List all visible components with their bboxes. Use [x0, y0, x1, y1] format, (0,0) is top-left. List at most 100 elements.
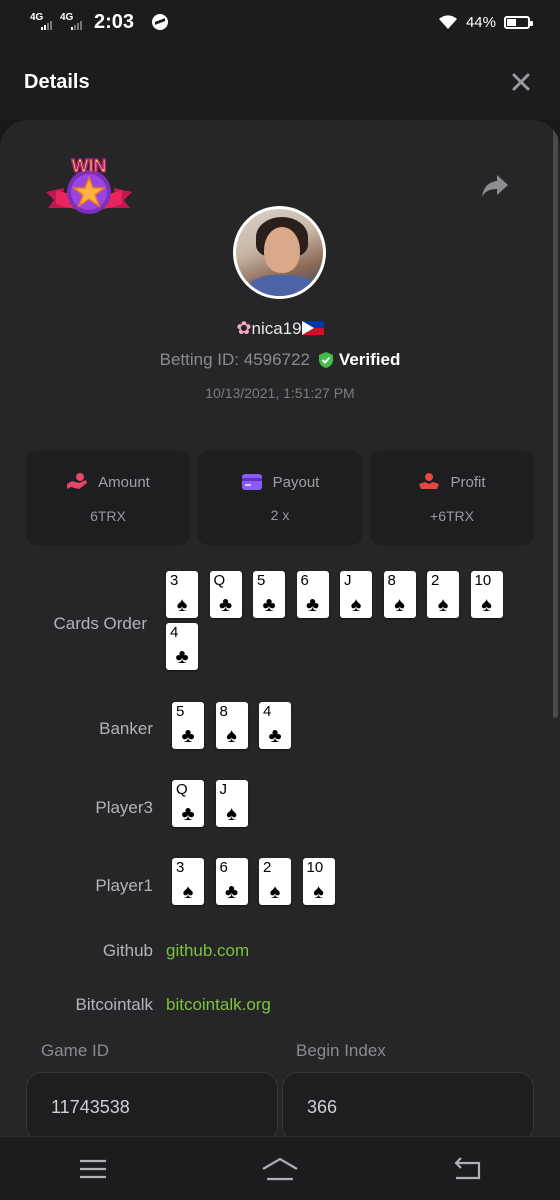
win-badge: WIN	[42, 152, 136, 222]
game-id-value: 11743538	[51, 1097, 130, 1117]
philippines-flag-icon	[301, 321, 324, 335]
card-suit-icon: ♠	[176, 594, 188, 616]
betting-id-row: Betting ID: 4596722 Verified	[0, 350, 560, 370]
playing-card: 6 ♣	[215, 858, 248, 905]
card-suit-icon: ♣	[262, 594, 276, 616]
card-rank: Q	[176, 781, 188, 798]
playing-card: 2 ♠	[427, 571, 459, 618]
player3-label: Player3	[95, 798, 153, 817]
username: nica19	[251, 319, 302, 338]
bitcointalk-link[interactable]: bitcointalk.org	[166, 995, 271, 1014]
home-icon	[262, 1157, 298, 1180]
github-link[interactable]: github.com	[166, 941, 249, 960]
verified-badge: Verified	[318, 350, 400, 370]
card-suit-icon: ♠	[394, 594, 405, 616]
card-rank: J	[344, 572, 352, 589]
card-suit-icon: ♠	[226, 803, 237, 825]
card-rank: 2	[263, 859, 272, 876]
messenger-icon	[152, 14, 169, 30]
card-suit-icon: ♠	[269, 881, 281, 903]
begin-index-label: Begin Index	[296, 1041, 386, 1060]
clock: 2:03	[94, 10, 135, 33]
player1-cards: 3 ♠ 6 ♣ 2 ♠ 10 ♠	[172, 858, 335, 905]
scrollbar[interactable]	[553, 128, 558, 718]
card-suit-icon: ♠	[313, 881, 324, 903]
bitcointalk-label: Bitcointalk	[75, 995, 153, 1014]
username-row: ✿nica19	[0, 318, 560, 339]
card-rank: 5	[176, 703, 185, 720]
playing-card: 8 ♠	[215, 702, 248, 749]
card-suit-icon: ♣	[224, 881, 239, 903]
share-button[interactable]	[480, 172, 510, 200]
playing-card: 3 ♠	[172, 858, 204, 905]
card-suit-icon: ♣	[305, 594, 320, 616]
bet-datetime: 10/13/2021, 1:51:27 PM	[205, 385, 355, 401]
wifi-icon	[438, 14, 458, 30]
card-payment-icon	[241, 474, 262, 490]
card-suit-icon: ♠	[226, 725, 237, 747]
playing-card: 6 ♣	[296, 571, 329, 618]
stat-value: +6TRX	[430, 508, 474, 524]
menu-icon	[80, 1159, 107, 1178]
player1-label: Player1	[95, 876, 153, 895]
stat-value: 2 x	[270, 507, 290, 523]
card-suit-icon: ♣	[181, 725, 195, 747]
playing-card: 4 ♣	[259, 702, 291, 749]
stat-amount: Amount 6TRX	[26, 451, 190, 545]
stats-row: Amount 6TRX Payout 2 x Profit +6TRX	[26, 451, 534, 545]
playing-card: 4 ♣	[166, 623, 198, 670]
close-icon	[512, 73, 530, 91]
card-rank: 10	[474, 572, 492, 589]
menu-button[interactable]	[63, 1149, 123, 1189]
close-button[interactable]	[506, 67, 536, 97]
signal-icon: 4G	[60, 12, 82, 32]
card-suit-icon: ♠	[182, 881, 194, 903]
card-rank: 8	[387, 572, 396, 589]
game-id-field[interactable]: 11743538	[26, 1072, 278, 1136]
card-rank: 6	[300, 572, 309, 589]
playing-card: 8 ♠	[383, 571, 416, 618]
card-suit-icon: ♣	[218, 594, 233, 616]
card-rank: 10	[306, 859, 324, 876]
back-icon	[454, 1156, 480, 1179]
banker-cards: 5 ♣ 8 ♠ 4 ♣	[172, 702, 291, 749]
status-left: 4G 4G 2:03	[30, 10, 169, 34]
stat-label: Amount	[98, 473, 150, 491]
stat-profit: Profit +6TRX	[370, 451, 534, 545]
hand-profit-icon	[419, 473, 440, 489]
begin-index-field[interactable]: 366	[282, 1072, 534, 1136]
status-bar: 4G 4G 2:03 44%	[0, 0, 560, 44]
card-rank: J	[219, 781, 228, 798]
playing-card: 5 ♣	[172, 702, 204, 749]
stat-payout: Payout 2 x	[198, 451, 362, 545]
betting-id: Betting ID: 4596722	[159, 350, 310, 369]
card-rank: 6	[219, 859, 228, 876]
details-sheet: WIN ✿nica19 Betting ID: 4596722 Verified…	[0, 120, 560, 1136]
playing-card: Q ♣	[172, 780, 204, 827]
card-suit-icon: ♣	[181, 803, 195, 825]
card-rank: 4	[263, 703, 272, 720]
shield-check-icon	[318, 352, 333, 368]
card-suit-icon: ♠	[350, 594, 362, 616]
flower-icon: ✿	[236, 318, 252, 338]
share-icon	[482, 175, 508, 197]
card-rank: 3	[176, 859, 185, 876]
card-rank: 3	[170, 572, 179, 589]
stat-value: 6TRX	[90, 508, 126, 524]
card-rank: 2	[431, 572, 440, 589]
win-badge-text: WIN	[72, 156, 107, 176]
home-button[interactable]	[250, 1149, 310, 1189]
playing-card: 2 ♠	[259, 858, 291, 905]
cards-order-label: Cards Order	[53, 614, 147, 633]
stat-label: Payout	[272, 473, 320, 491]
page-title: Details	[24, 70, 90, 93]
playing-card: 10 ♠	[302, 858, 335, 905]
cards-order: 3 ♠ Q ♣ 5 ♣ 6 ♣ J ♠ 8 ♠ 2 ♠ 10 ♠ 4 ♣	[166, 571, 516, 670]
battery-percent: 44%	[465, 13, 496, 31]
back-button[interactable]	[437, 1149, 497, 1189]
win-star-icon: WIN	[46, 155, 132, 214]
card-rank: Q	[213, 572, 226, 589]
playing-card: 5 ♣	[253, 571, 285, 618]
stat-label: Profit	[450, 473, 486, 491]
card-rank: 4	[170, 624, 179, 641]
